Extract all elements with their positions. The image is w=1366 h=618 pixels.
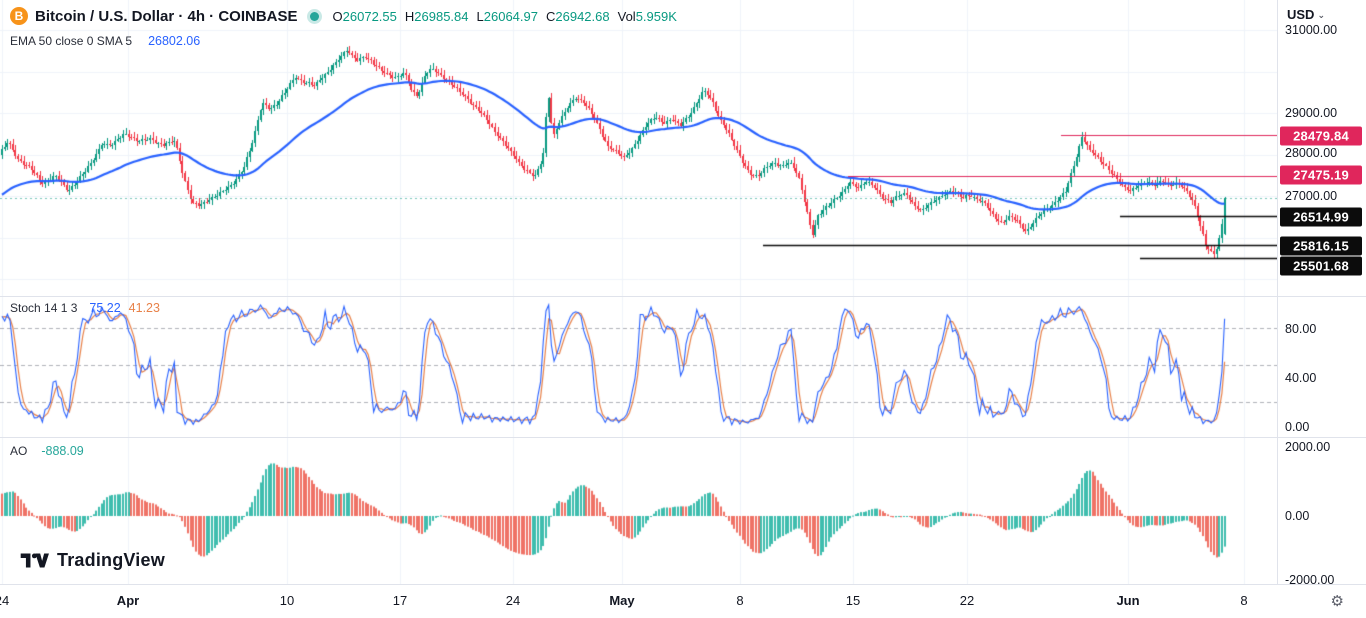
axis-label: 80.00 <box>1285 322 1317 336</box>
axis-label: 0.00 <box>1285 509 1310 523</box>
ema-legend[interactable]: EMA 50 close 0 SMA 5 26802.06 <box>10 34 200 48</box>
symbol-title: Bitcoin / U.S. Dollar · 4h · COINBASE <box>35 7 298 25</box>
time-label: 22 <box>959 593 975 608</box>
time-label: May <box>609 593 635 608</box>
tradingview-logo[interactable]: TradingView <box>20 550 165 571</box>
time-label: 24 <box>0 593 10 608</box>
stoch-k-value: 75.22 <box>89 301 121 315</box>
time-label: 8 <box>736 593 744 608</box>
ema-title: EMA 50 close 0 SMA 5 <box>10 34 133 48</box>
bitcoin-icon: B <box>10 7 28 25</box>
price-level-badge: 26514.99 <box>1280 207 1362 227</box>
currency-selector[interactable]: USD ⌄ <box>1287 7 1325 22</box>
time-label: 24 <box>505 593 521 608</box>
time-label: 10 <box>279 593 295 608</box>
pane-separator[interactable] <box>0 296 1366 297</box>
stoch-d-value: 41.23 <box>128 301 160 315</box>
axis-label: 40.00 <box>1285 371 1317 385</box>
price-axis[interactable]: USD ⌄ 31000.00 29000.00 28000.00 27000.00 80… <box>1277 0 1366 587</box>
time-label: 8 <box>1240 593 1248 608</box>
price-level-badge: 25501.68 <box>1280 256 1362 276</box>
time-label: 15 <box>845 593 861 608</box>
stoch-legend[interactable]: Stoch 14 1 3 75.22 41.23 <box>10 301 160 315</box>
axis-label: 0.00 <box>1285 420 1310 434</box>
time-label: Jun <box>1116 593 1140 608</box>
currency-label: USD <box>1287 7 1315 22</box>
tradingview-mark-icon <box>20 553 49 568</box>
axis-label: 2000.00 <box>1285 440 1331 454</box>
time-axis[interactable]: 24 Apr 10 17 24 May 8 15 22 Jun 8 ⚙ <box>0 584 1366 618</box>
ohlcv-readout: O26072.55 H26985.84 L26064.97 C26942.68 Vol5… <box>332 8 677 24</box>
price-level-badge: 27475.19 <box>1280 165 1362 185</box>
ema-value: 26802.06 <box>148 34 201 48</box>
ao-value: -888.09 <box>41 444 84 458</box>
axis-label: 28000.00 <box>1285 146 1338 160</box>
time-label: Apr <box>116 593 140 608</box>
axis-label: 31000.00 <box>1285 23 1338 37</box>
chevron-down-icon: ⌄ <box>1317 10 1325 20</box>
ao-legend[interactable]: AO -888.09 <box>10 444 84 458</box>
stoch-title: Stoch 14 1 3 <box>10 301 78 315</box>
pane-separator[interactable] <box>0 437 1366 438</box>
market-status-dot <box>309 11 319 21</box>
axis-label: 29000.00 <box>1285 106 1338 120</box>
chart-window: B Bitcoin / U.S. Dollar · 4h · COINBASE … <box>0 0 1366 618</box>
stoch-pane-canvas[interactable] <box>0 296 1277 437</box>
price-level-badge: 25816.15 <box>1280 236 1362 256</box>
ao-pane-canvas[interactable] <box>0 437 1277 584</box>
time-label: 17 <box>392 593 408 608</box>
price-level-badge: 28479.84 <box>1280 126 1362 146</box>
gear-icon[interactable]: ⚙ <box>1331 592 1344 610</box>
tradingview-logo-text: TradingView <box>57 550 165 570</box>
symbol-legend[interactable]: B Bitcoin / U.S. Dollar · 4h · COINBASE … <box>10 7 685 25</box>
ao-title: AO <box>10 444 28 458</box>
axis-label: 27000.00 <box>1285 189 1338 203</box>
